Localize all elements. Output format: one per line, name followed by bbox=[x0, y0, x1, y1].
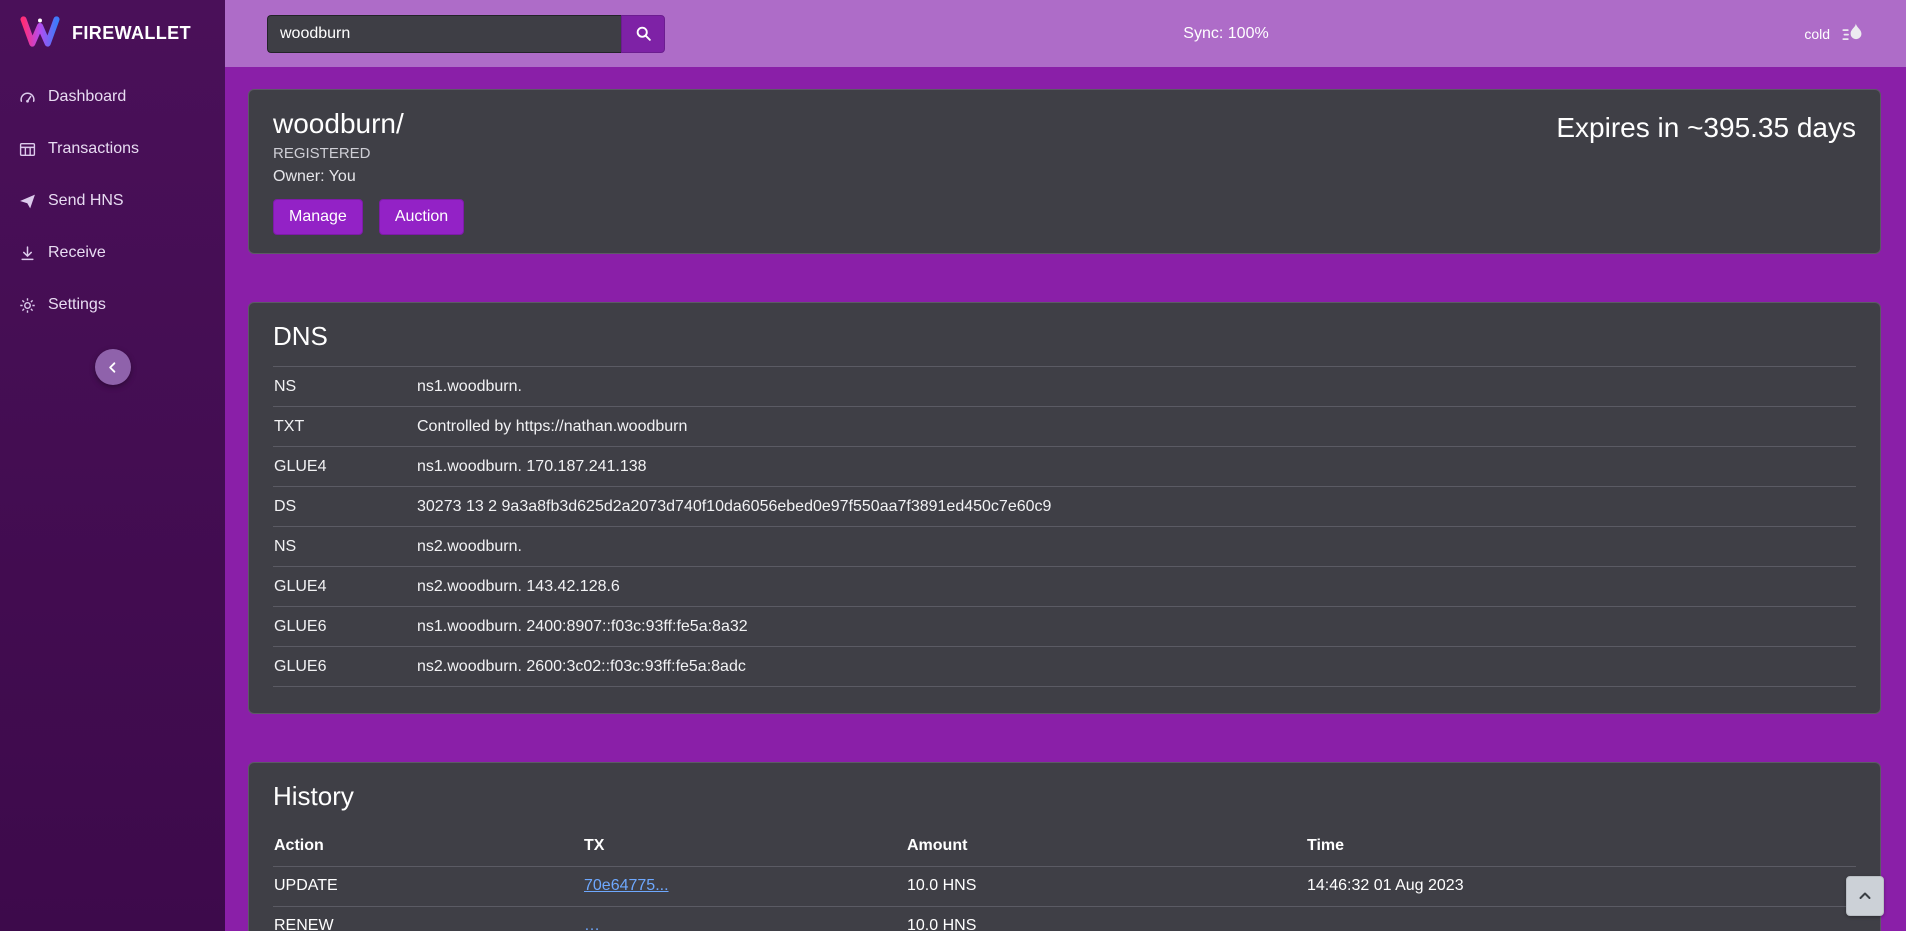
domain-status: REGISTERED bbox=[273, 145, 464, 162]
receive-icon bbox=[19, 245, 37, 262]
dns-record-value: ns1.woodburn. 2400:8907::f03c:93ff:fe5a:… bbox=[416, 607, 1856, 647]
history-column-tx: TX bbox=[583, 826, 906, 866]
app-root: FIREWALLET Dashboard Transactions Send HNS… bbox=[0, 0, 1906, 931]
dns-record-type: DS bbox=[273, 487, 416, 527]
wallet-indicator: cold bbox=[1804, 0, 1869, 67]
dns-record-row: DS30273 13 2 9a3a8fb3d625d2a2073d740f10d… bbox=[273, 487, 1856, 527]
sidebar-item-label: Dashboard bbox=[48, 88, 126, 106]
sidebar-item-send-hns[interactable]: Send HNS bbox=[0, 175, 225, 227]
settings-icon bbox=[19, 297, 37, 314]
dns-heading: DNS bbox=[273, 321, 1856, 352]
brand-name: FIREWALLET bbox=[72, 23, 191, 44]
dns-record-value: ns2.woodburn. 2600:3c02::f03c:93ff:fe5a:… bbox=[416, 647, 1856, 687]
dns-record-row: GLUE6ns1.woodburn. 2400:8907::f03c:93ff:… bbox=[273, 607, 1856, 647]
domain-actions: Manage Auction bbox=[273, 199, 464, 235]
sidebar-nav: Dashboard Transactions Send HNS Receive Sett… bbox=[0, 67, 225, 331]
dns-record-type: GLUE6 bbox=[273, 647, 416, 687]
search-group bbox=[267, 15, 665, 53]
sidebar-item-label: Receive bbox=[48, 244, 106, 262]
sync-status: Sync: 100% bbox=[1183, 25, 1268, 43]
sidebar-item-receive[interactable]: Receive bbox=[0, 227, 225, 279]
main-region: Sync: 100% cold woodburn/ REGISTERED Own… bbox=[225, 0, 1906, 931]
dns-record-value: ns2.woodburn. 143.42.128.6 bbox=[416, 567, 1856, 607]
domain-expiry: Expires in ~395.35 days bbox=[1556, 112, 1856, 144]
dns-record-type: NS bbox=[273, 367, 416, 407]
topbar: Sync: 100% cold bbox=[225, 0, 1906, 67]
chevron-left-icon bbox=[105, 360, 120, 375]
content: woodburn/ REGISTERED Owner: You Manage Au… bbox=[225, 67, 1906, 931]
sidebar-item-label: Send HNS bbox=[48, 192, 124, 210]
history-action: RENEW bbox=[273, 906, 583, 931]
dns-record-row: NSns2.woodburn. bbox=[273, 527, 1856, 567]
domain-info: woodburn/ REGISTERED Owner: You Manage Au… bbox=[273, 108, 464, 235]
history-header-row: ActionTXAmountTime bbox=[273, 826, 1856, 866]
dns-record-value: ns2.woodburn. bbox=[416, 527, 1856, 567]
domain-title: woodburn/ bbox=[273, 108, 464, 140]
history-time bbox=[1306, 906, 1856, 931]
dns-record-value: ns1.woodburn. 170.187.241.138 bbox=[416, 447, 1856, 487]
history-row: UPDATE70e64775... 10.0 HNS14:46:32 01 Aug… bbox=[273, 866, 1856, 906]
sidebar-item-settings[interactable]: Settings bbox=[0, 279, 225, 331]
dns-record-value: Controlled by https://nathan.woodburn bbox=[416, 407, 1856, 447]
send-icon bbox=[19, 193, 37, 210]
tx-link[interactable]: 70e64775... bbox=[584, 877, 669, 894]
dns-record-type: NS bbox=[273, 527, 416, 567]
domain-card: woodburn/ REGISTERED Owner: You Manage Au… bbox=[248, 89, 1881, 254]
dns-record-value: 30273 13 2 9a3a8fb3d625d2a2073d740f10da6… bbox=[416, 487, 1856, 527]
wallet-temperature-label: cold bbox=[1804, 26, 1830, 42]
history-time: 14:46:32 01 Aug 2023 bbox=[1306, 866, 1856, 906]
sidebar-collapse-button[interactable] bbox=[95, 349, 131, 385]
dns-record-row: GLUE4ns2.woodburn. 143.42.128.6 bbox=[273, 567, 1856, 607]
history-heading: History bbox=[273, 781, 1856, 812]
history-card: History ActionTXAmountTime UPDATE70e6477… bbox=[248, 762, 1881, 931]
chevron-up-icon bbox=[1857, 888, 1873, 904]
dns-record-type: TXT bbox=[273, 407, 416, 447]
manage-button[interactable]: Manage bbox=[273, 199, 363, 235]
dns-record-row: GLUE6ns2.woodburn. 2600:3c02::f03c:93ff:… bbox=[273, 647, 1856, 687]
dns-card: DNS NSns1.woodburn.TXTControlled by http… bbox=[248, 302, 1881, 714]
flame-icon bbox=[1839, 20, 1869, 47]
dns-record-type: GLUE4 bbox=[273, 567, 416, 607]
sidebar: FIREWALLET Dashboard Transactions Send HNS… bbox=[0, 0, 225, 931]
brand[interactable]: FIREWALLET bbox=[0, 0, 225, 67]
history-column-time: Time bbox=[1306, 826, 1856, 866]
search-button[interactable] bbox=[621, 15, 665, 53]
sidebar-item-dashboard[interactable]: Dashboard bbox=[0, 71, 225, 123]
domain-owner: Owner: You bbox=[273, 168, 464, 186]
dns-record-row: TXTControlled by https://nathan.woodburn bbox=[273, 407, 1856, 447]
dns-record-type: GLUE6 bbox=[273, 607, 416, 647]
dns-record-type: GLUE4 bbox=[273, 447, 416, 487]
history-amount: 10.0 HNS bbox=[906, 866, 1306, 906]
transactions-icon bbox=[19, 141, 37, 158]
auction-button[interactable]: Auction bbox=[379, 199, 464, 235]
history-action: UPDATE bbox=[273, 866, 583, 906]
sidebar-item-label: Settings bbox=[48, 296, 106, 314]
dashboard-icon bbox=[19, 89, 37, 106]
scroll-top-button[interactable] bbox=[1846, 876, 1884, 916]
sidebar-item-label: Transactions bbox=[48, 140, 139, 158]
dns-record-value: ns1.woodburn. bbox=[416, 367, 1856, 407]
history-amount: 10.0 HNS bbox=[906, 906, 1306, 931]
sidebar-item-transactions[interactable]: Transactions bbox=[0, 123, 225, 175]
history-table: ActionTXAmountTime UPDATE70e64775... 10.0… bbox=[273, 826, 1856, 931]
dns-record-row: GLUE4ns1.woodburn. 170.187.241.138 bbox=[273, 447, 1856, 487]
history-row: RENEW… 10.0 HNS bbox=[273, 906, 1856, 931]
search-input[interactable] bbox=[267, 15, 621, 53]
tx-link[interactable]: … bbox=[584, 917, 600, 931]
history-column-action: Action bbox=[273, 826, 583, 866]
firewallet-logo-icon bbox=[20, 15, 60, 53]
magnifier-icon bbox=[635, 25, 652, 42]
dns-record-row: NSns1.woodburn. bbox=[273, 367, 1856, 407]
history-column-amount: Amount bbox=[906, 826, 1306, 866]
dns-table: NSns1.woodburn.TXTControlled by https://… bbox=[273, 366, 1856, 687]
